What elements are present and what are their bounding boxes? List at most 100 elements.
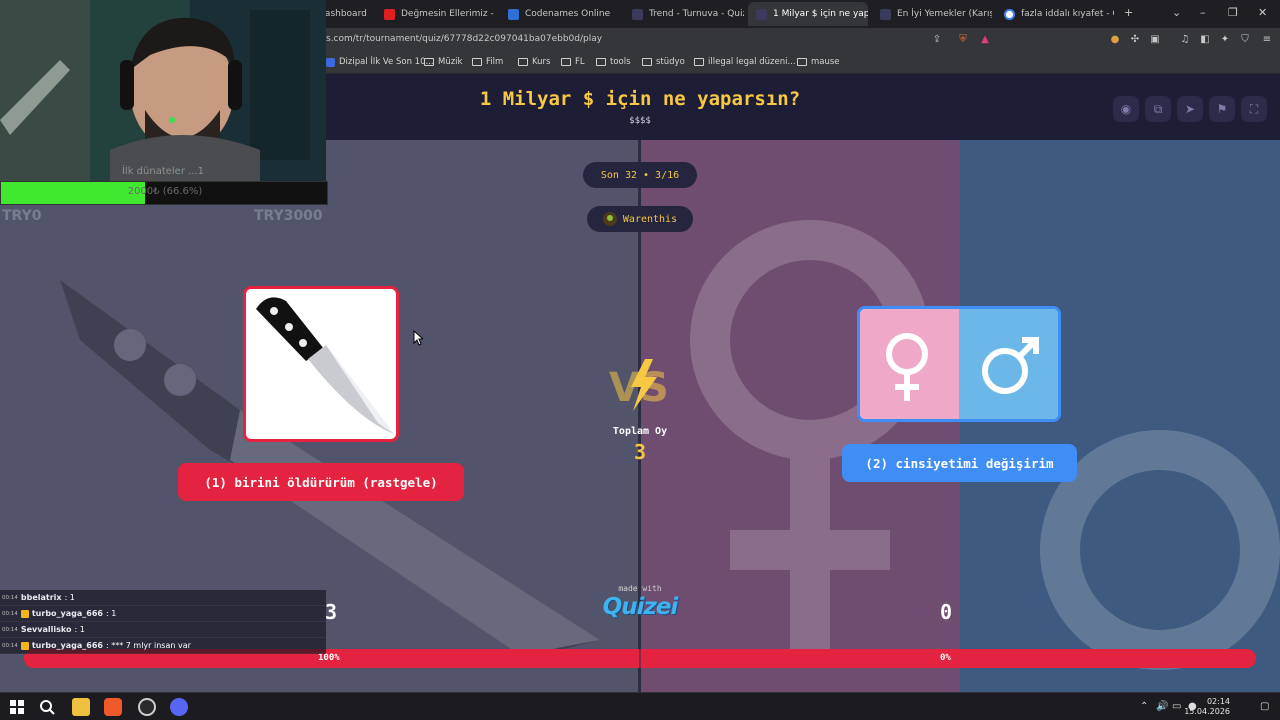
author-name: Warenthis <box>622 213 678 225</box>
vote-progress-divider <box>639 649 641 668</box>
webcam-overlay: İlk dünateler ...1 <box>0 0 326 181</box>
fullscreen-icon[interactable]: ⛶ <box>1241 96 1267 122</box>
donation-min-label: TRY0 <box>2 208 42 224</box>
windows-taskbar: ⌃ 🔊 ▭ ● 02:14 15.04.2026 ▢ <box>0 692 1280 720</box>
system-clock[interactable]: 02:14 15.04.2026 <box>1184 697 1230 717</box>
obs-icon[interactable] <box>138 698 156 716</box>
tab-label: fazla iddalı kıyafet - Goog <box>1021 9 1114 19</box>
tab-label: 1 Milyar $ için ne yap <box>773 9 868 19</box>
donation-max-label: TRY3000 <box>254 208 323 224</box>
extensions-icon[interactable]: ✣ <box>1128 33 1142 47</box>
sidebar-icon[interactable]: ◧ <box>1198 33 1212 47</box>
url-field[interactable]: s.com/tr/tournament/quiz/67778d22c097041… <box>326 34 602 44</box>
tab-codenames[interactable]: Codenames Online <box>500 2 620 26</box>
windows-start-icon[interactable] <box>8 698 26 716</box>
folder-icon <box>518 58 528 66</box>
quizei-favicon-icon <box>756 8 767 20</box>
dizipal-icon <box>326 57 335 67</box>
right-choice-card[interactable] <box>857 306 1061 422</box>
restore-icon[interactable]: ❐ <box>1228 6 1238 19</box>
bookmark-folder-kurs[interactable]: Kurs <box>518 57 550 67</box>
discord-icon[interactable] <box>170 698 188 716</box>
chat-text: : 1 <box>74 625 85 634</box>
clock-date: 15.04.2026 <box>1184 707 1230 716</box>
chat-username: turbo_yaga_666 <box>31 641 103 650</box>
total-votes-label: Toplam Oy <box>612 426 668 437</box>
webcam-feed-image <box>0 0 326 181</box>
flag-icon[interactable]: ⚑ <box>1209 96 1235 122</box>
gender-symbols-image <box>860 309 1058 419</box>
search-icon[interactable] <box>38 698 56 716</box>
file-explorer-icon[interactable] <box>72 698 90 716</box>
chat-message: 00:14 turbo_yaga_666 : *** 7 mlyr insan … <box>0 638 326 654</box>
bookmark-folder-film[interactable]: Film <box>472 57 503 67</box>
bookmark-label: stüdyo <box>656 57 685 67</box>
screenshot-icon[interactable]: ▣ <box>1148 33 1162 47</box>
subscriber-badge-icon <box>20 641 29 650</box>
vs-icon: VS <box>609 359 669 411</box>
round-indicator: Son 32 • 3/16 <box>583 162 697 188</box>
chat-time: 00:14 <box>2 626 18 633</box>
chat-text: : 1 <box>105 609 117 618</box>
tab-label: Değmesin Ellerimiz - <box>401 9 494 19</box>
send-icon[interactable]: ➤ <box>1177 96 1203 122</box>
chevron-down-icon[interactable]: ⌄ <box>1172 6 1181 19</box>
donation-caption: İlk dünateler ...1 <box>121 166 205 177</box>
cookie-extension-icon[interactable]: ● <box>1108 33 1122 47</box>
bookmark-label: tools <box>610 57 631 67</box>
right-choice-button[interactable]: (2) cinsiyetimi değişirim <box>842 444 1077 482</box>
brave-shield-icon[interactable]: ⛨ <box>956 33 970 47</box>
new-tab-icon[interactable]: + <box>1124 6 1133 19</box>
vpn-shield-icon[interactable]: ⛉ <box>1238 33 1252 47</box>
knife-image <box>256 297 394 434</box>
bookmark-folder-illegal[interactable]: illegal legal düzeni... <box>694 57 796 67</box>
tab-trend-turnuva[interactable]: Trend - Turnuva - Quizei <box>624 2 744 26</box>
left-choice-card[interactable] <box>243 286 399 442</box>
notification-icon[interactable]: ▢ <box>1260 701 1269 712</box>
brave-browser-icon[interactable] <box>104 698 122 716</box>
brave-rewards-icon[interactable]: ▲ <box>978 33 992 47</box>
bookmark-label: FL <box>575 57 585 67</box>
volume-icon[interactable]: 🔊 <box>1156 701 1168 712</box>
leo-ai-icon[interactable]: ✦ <box>1218 33 1232 47</box>
menu-icon[interactable]: ≡ <box>1260 33 1274 47</box>
tab-en-iyi-yemekler[interactable]: En İyi Yemekler (Karışık) <box>872 2 992 26</box>
bookmark-label: Kurs <box>532 57 551 67</box>
chat-time: 00:14 <box>2 610 18 617</box>
bookmark-folder-mause[interactable]: mause <box>797 57 840 67</box>
tray-chevron-icon[interactable]: ⌃ <box>1140 701 1148 712</box>
folder-icon <box>797 58 807 66</box>
network-icon[interactable]: ▭ <box>1172 701 1181 712</box>
author-badge[interactable]: Warenthis <box>587 206 693 232</box>
total-votes-value: 3 <box>633 440 647 464</box>
folder-icon <box>424 58 434 66</box>
eye-icon[interactable]: ◉ <box>1113 96 1139 122</box>
share-icon[interactable]: ⇪ <box>930 33 944 47</box>
window-close-icon[interactable]: ✕ <box>1258 6 1267 19</box>
folder-icon <box>561 58 571 66</box>
copy-icon[interactable]: ⧉ <box>1145 96 1171 122</box>
google-icon <box>1004 8 1015 20</box>
tab-youtube[interactable]: Değmesin Ellerimiz - <box>376 2 496 26</box>
tab-label: Codenames Online <box>525 9 611 19</box>
tab-1-milyar[interactable]: 1 Milyar $ için ne yap ✕ <box>748 2 868 26</box>
quizei-favicon-icon <box>632 8 643 20</box>
tab-label: En İyi Yemekler (Karışık) <box>897 9 992 19</box>
music-icon[interactable]: ♫ <box>1178 33 1192 47</box>
bookmark-folder-tools[interactable]: tools <box>596 57 631 67</box>
bookmark-folder-studyo[interactable]: stüdyo <box>642 57 685 67</box>
chat-message: 00:14 bbelatrix : 1 <box>0 590 326 606</box>
bookmark-folder-fl[interactable]: FL <box>561 57 585 67</box>
bookmark-folder-muzik[interactable]: Müzik <box>424 57 462 67</box>
minimize-icon[interactable]: – <box>1200 6 1206 19</box>
tab-google-search[interactable]: fazla iddalı kıyafet - Goog <box>996 2 1114 26</box>
folder-icon <box>694 58 704 66</box>
chat-time: 00:14 <box>2 642 18 649</box>
left-choice-button[interactable]: (1) birini öldürürüm (rastgele) <box>178 463 464 501</box>
folder-icon <box>472 58 482 66</box>
bookmark-dizipal[interactable]: Dizipal İlk Ve Son 10... <box>326 57 434 67</box>
donation-goal-text: 2000₺ (66.6%) <box>127 186 203 197</box>
quizei-logo[interactable]: Quizei <box>590 594 690 620</box>
clock-time: 02:14 <box>1206 697 1230 706</box>
left-vote-count: 3 <box>325 600 338 624</box>
